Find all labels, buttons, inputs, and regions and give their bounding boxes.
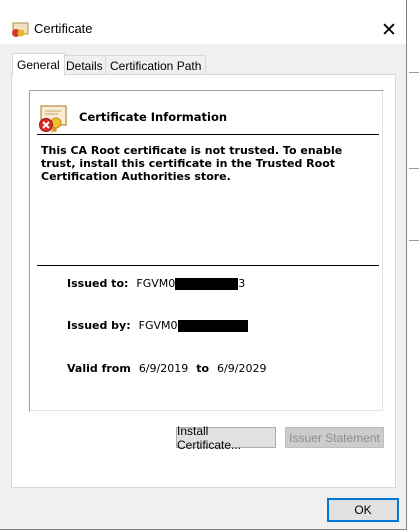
certificate-icon: [12, 22, 29, 37]
redaction-bar: [175, 277, 239, 290]
general-tab-panel: Certificate Information This CA Root cer…: [11, 74, 396, 488]
tab-details[interactable]: Details: [61, 55, 108, 75]
background-line: [409, 72, 419, 73]
background-line: [409, 240, 419, 241]
valid-to-value: 6/9/2029: [217, 362, 267, 375]
heading-divider: [37, 134, 379, 135]
background-window-edge: [408, 0, 420, 532]
valid-to-label: to: [196, 362, 210, 375]
issued-by-row: Issued by: FGVM0: [67, 319, 248, 332]
background-line: [409, 168, 419, 169]
certificate-info-heading: Certificate Information: [79, 110, 228, 124]
issuer-statement-button[interactable]: Issuer Statement: [285, 427, 384, 448]
tab-general[interactable]: General: [12, 53, 65, 76]
issued-to-row: Issued to: FGVM0 3: [67, 277, 245, 290]
issued-to-tail: 3: [238, 277, 246, 290]
window-title: Certificate: [34, 21, 93, 36]
redaction-bar: [177, 319, 248, 332]
valid-from-value: 6/9/2019: [138, 362, 189, 375]
certificate-error-icon: [39, 105, 67, 133]
issued-to-value: FGVM0: [136, 277, 176, 290]
certificate-info-box: Certificate Information This CA Root cer…: [29, 90, 384, 412]
issued-to-label: Issued to:: [67, 277, 129, 290]
fields-divider: [37, 265, 379, 266]
close-button[interactable]: ✕: [373, 16, 405, 44]
valid-from-label: Valid from: [67, 362, 131, 375]
install-certificate-button[interactable]: Install Certificate...: [176, 424, 276, 452]
issued-by-label: Issued by:: [67, 319, 131, 332]
issued-by-value: FGVM0: [138, 319, 178, 332]
title-bar: Certificate ✕: [0, 0, 406, 44]
certificate-dialog: Certificate ✕ General Details Certificat…: [0, 0, 407, 530]
ok-button[interactable]: OK: [327, 498, 399, 522]
trust-warning-text: This CA Root certificate is not trusted.…: [41, 144, 343, 183]
validity-row: Valid from 6/9/2019 to 6/9/2029: [67, 362, 266, 375]
tab-certification-path[interactable]: Certification Path: [105, 55, 207, 75]
